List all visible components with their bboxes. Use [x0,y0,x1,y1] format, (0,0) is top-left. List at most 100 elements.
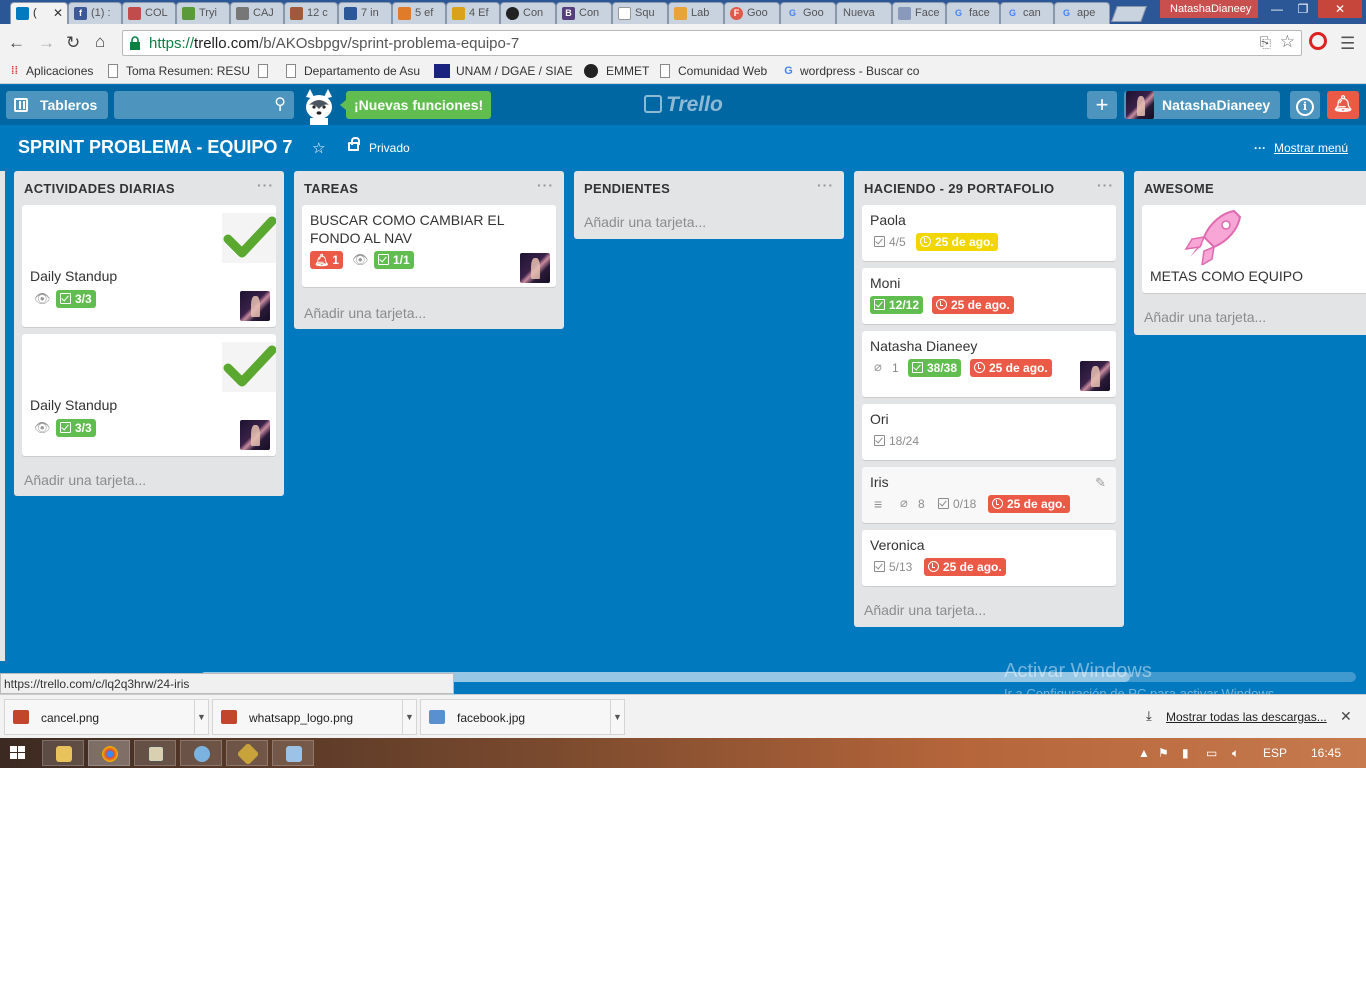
list[interactable]: PENDIENTES ··· Añadir una tarjeta... [574,171,844,239]
member-avatar[interactable] [520,253,550,283]
restore-window-icon[interactable]: ❐ [1290,0,1316,18]
card[interactable]: Daily Standup 👁︎ 3/3 [22,334,276,456]
list-menu-icon[interactable]: ··· [1097,177,1114,193]
bookmark-star-icon[interactable]: ☆ [1280,32,1295,52]
card[interactable]: Iris ✎ ≡ ⌀ 8 0/18 25 de ago. [862,467,1116,523]
network-icon[interactable]: ▭ [1206,746,1217,760]
taskbar-notes[interactable] [272,740,314,766]
browser-tab[interactable]: G Goo [780,2,836,24]
boards-button[interactable]: Tableros [6,91,108,119]
browser-tab[interactable]: Squ [612,2,668,24]
card[interactable]: Daily Standup 👁︎ 3/3 [22,205,276,327]
address-bar[interactable]: https://trello.com/b/AKOsbpgv/sprint-pro… [122,30,1302,56]
bookmark-item[interactable]: Toma Resumen: RESU [108,64,250,78]
browser-tab[interactable]: COL [122,2,176,24]
clock[interactable]: 16:45 [1311,746,1341,760]
member-avatar[interactable] [240,420,270,450]
browser-tab[interactable]: F Goo [724,2,780,24]
browser-tab[interactable]: Lab [668,2,724,24]
minimize-window-icon[interactable]: — [1264,0,1290,18]
reload-icon[interactable]: ↻ [66,33,80,53]
bookmark-item[interactable]: Departamento de Asu [286,64,420,78]
show-all-downloads-link[interactable]: ⤓ Mostrar todas las descargas... [1146,708,1327,724]
edit-pencil-icon[interactable]: ✎ [1095,475,1106,491]
taskbar-explorer[interactable] [42,740,84,766]
search-input[interactable]: ⚲ [114,91,294,119]
browser-menu-icon[interactable]: ☰ [1340,34,1355,54]
taskbar-git[interactable] [226,740,268,766]
list-title[interactable]: ACTIVIDADES DIARIAS [24,181,175,196]
browser-tab[interactable]: Face [892,2,946,24]
new-features-button[interactable]: ¡Nuevas funciones! [339,91,492,119]
close-window-icon[interactable]: ✕ [1318,0,1362,18]
bookmark-item[interactable]: EMMET [584,64,649,78]
show-hidden-icons-icon[interactable]: ▲ [1138,746,1150,760]
card[interactable]: Natasha Dianeey ⌀ 1 38/38 25 de ago. [862,331,1116,397]
card[interactable]: METAS COMO EQUIPO [1142,205,1366,293]
card[interactable]: Moni 12/12 25 de ago. [862,268,1116,324]
browser-tab[interactable]: 7 in [338,2,392,24]
list-title[interactable]: HACIENDO - 29 PORTAFOLIO [864,181,1054,196]
list-title[interactable]: TAREAS [304,181,358,196]
privacy-label[interactable]: Privado [369,141,410,155]
bookmark-item[interactable]: Gwordpress - Buscar co [782,64,919,78]
list-title[interactable]: AWESOME [1144,181,1214,196]
browser-tab[interactable]: Tryi [176,2,230,24]
taskbar-app[interactable] [134,740,176,766]
back-arrow-icon[interactable]: ← [8,33,25,53]
download-options-icon[interactable]: ▼ [402,700,416,734]
taskbar-chrome[interactable] [88,740,130,766]
download-item[interactable]: whatsapp_logo.png ▼ [212,699,417,735]
download-options-icon[interactable]: ▼ [194,700,208,734]
list-menu-icon[interactable]: ··· [537,177,554,193]
volume-icon[interactable]: 🔈︎ [1232,746,1239,761]
add-card-link[interactable]: Añadir una tarjeta... [864,602,986,618]
forward-arrow-icon[interactable]: → [38,33,55,53]
browser-tab[interactable]: Con [500,2,556,24]
language-indicator[interactable]: ESP [1263,746,1287,760]
bookmark-item[interactable]: Comunidad Web [660,64,767,78]
browser-tab[interactable]: 4 Ef [446,2,500,24]
close-tab-icon[interactable]: ✕ [53,6,63,20]
flag-icon[interactable]: ⚑ [1158,746,1169,760]
add-card-link[interactable]: Añadir una tarjeta... [24,472,146,488]
add-card-link[interactable]: Añadir una tarjeta... [584,214,706,230]
browser-tab[interactable]: Gape [1054,2,1110,24]
member-avatar[interactable] [240,291,270,321]
browser-tab[interactable]: B Con [556,2,612,24]
add-button[interactable]: + [1087,91,1117,119]
browser-tab[interactable]: Gface [946,2,1000,24]
list-menu-icon[interactable]: ··· [817,177,834,193]
card[interactable]: Veronica 5/13 25 de ago. [862,530,1116,586]
list-title[interactable]: PENDIENTES [584,181,670,196]
download-item[interactable]: facebook.jpg ▼ [420,699,625,735]
board-title[interactable]: SPRINT PROBLEMA - EQUIPO 7 [18,137,292,158]
taskbar-paint[interactable] [180,740,222,766]
browser-tab[interactable]: ( ✕ [10,2,68,24]
browser-tab[interactable]: CAJ [230,2,284,24]
info-button[interactable]: i [1290,91,1320,119]
browser-tab[interactable]: Gcan [1000,2,1054,24]
list[interactable]: AWESOME METAS COMO EQUIPO Añadir una tar… [1134,171,1366,335]
new-tab-button[interactable] [1111,6,1147,22]
browser-tab[interactable]: Nueva [836,2,892,24]
windows-start-icon[interactable] [10,746,26,760]
battery-icon[interactable]: ▮ [1182,746,1189,760]
close-downloads-icon[interactable]: ✕ [1340,708,1352,725]
notifications-button[interactable]: 🔔︎ [1327,91,1359,119]
add-card-link[interactable]: Añadir una tarjeta... [1144,309,1266,325]
star-board-icon[interactable]: ☆ [312,139,325,157]
card[interactable]: Ori 18/24 [862,404,1116,460]
browser-tab[interactable]: f (1) : [68,2,122,24]
opera-extension-icon[interactable] [1309,32,1327,50]
download-item[interactable]: cancel.png ▼ [4,699,209,735]
browser-tab[interactable]: 12 c [284,2,338,24]
member-avatar[interactable] [1080,361,1110,391]
list-menu-icon[interactable]: ··· [257,177,274,193]
browser-tab[interactable]: 5 ef [392,2,446,24]
lock-icon[interactable] [348,137,360,151]
add-card-link[interactable]: Añadir una tarjeta... [304,305,426,321]
list[interactable]: ACTIVIDADES DIARIAS ··· Daily Standup 👁︎… [14,171,284,496]
list[interactable]: HACIENDO - 29 PORTAFOLIO ··· Paola 4/5 2… [854,171,1124,627]
card[interactable]: Paola 4/5 25 de ago. [862,205,1116,261]
